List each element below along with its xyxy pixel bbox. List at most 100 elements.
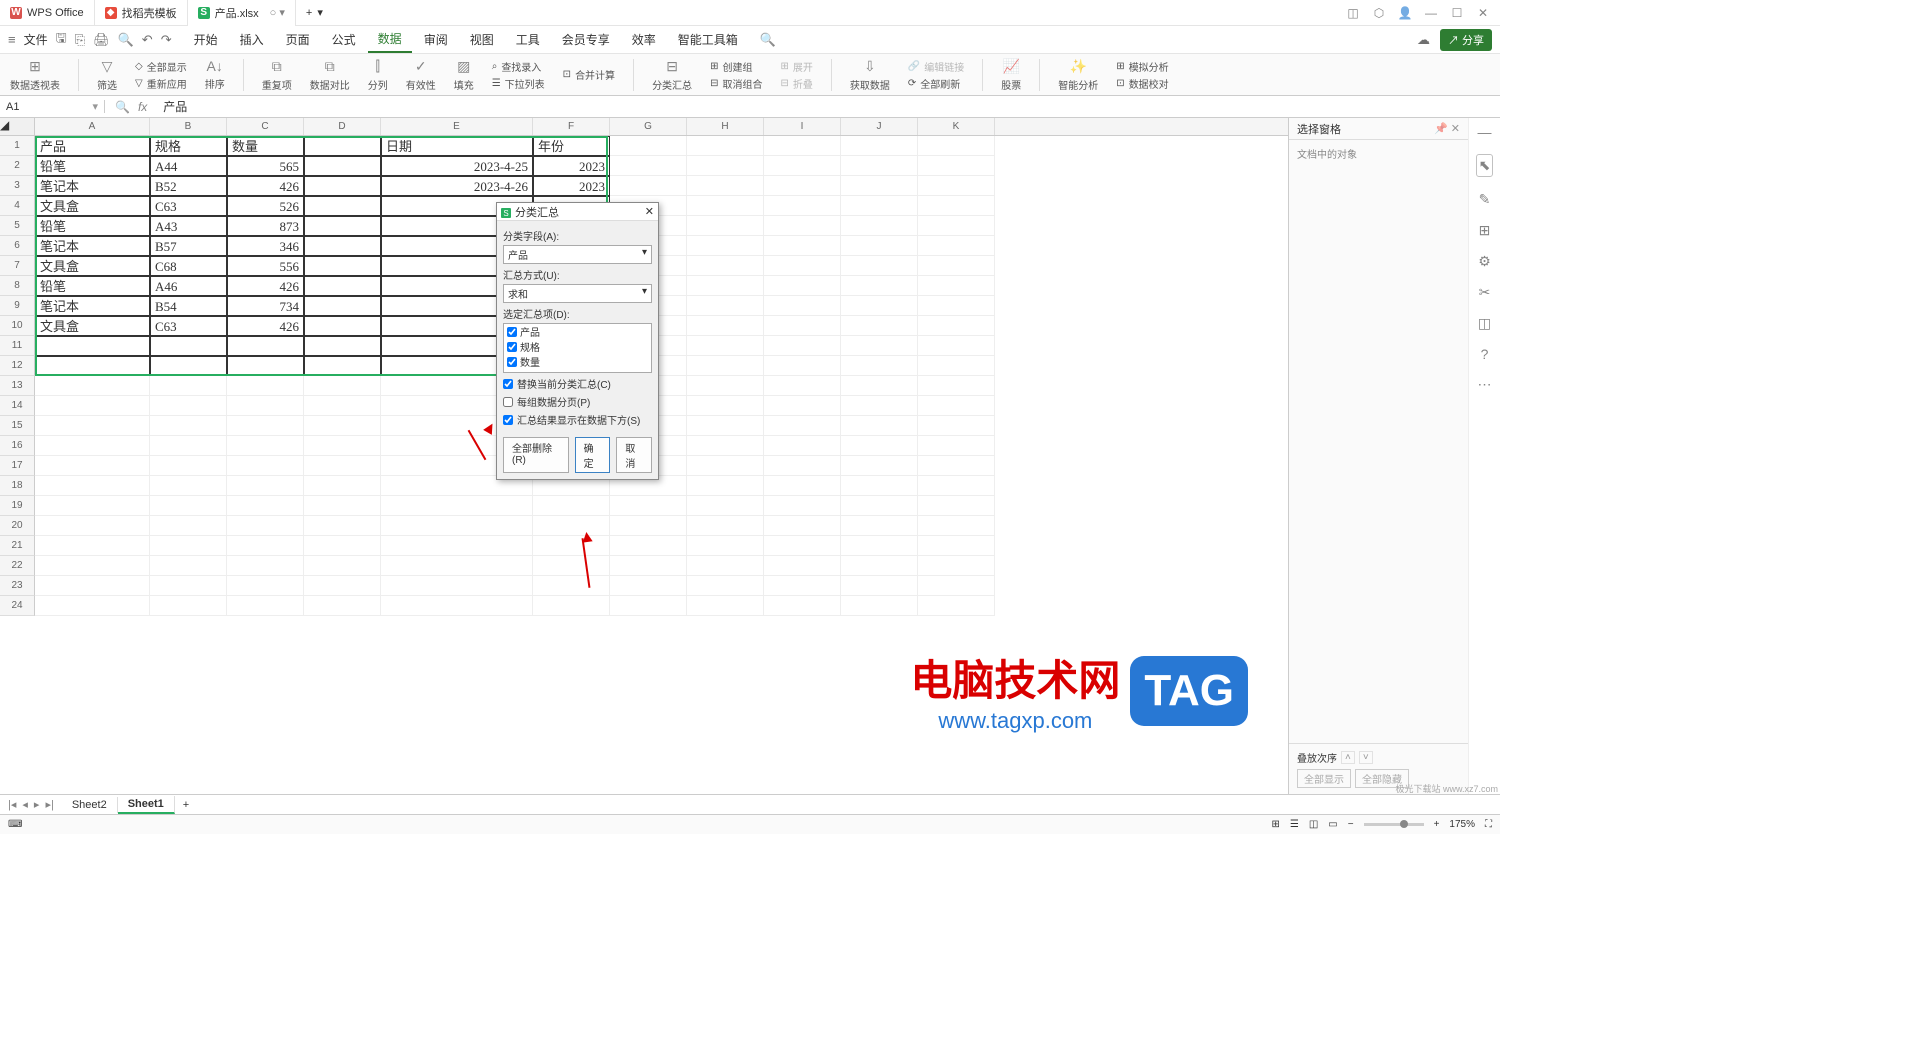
cell[interactable] xyxy=(764,456,841,476)
sheet-first-icon[interactable]: |◂ xyxy=(8,798,16,811)
cell[interactable] xyxy=(150,416,227,436)
cell[interactable]: 文具盒 xyxy=(35,316,150,336)
cell[interactable]: A43 xyxy=(150,216,227,236)
cell[interactable] xyxy=(687,476,764,496)
cell[interactable] xyxy=(841,176,918,196)
compare-button[interactable]: ⧉数据对比 xyxy=(310,58,350,92)
cell[interactable] xyxy=(918,436,995,456)
cell[interactable]: 346 xyxy=(227,236,304,256)
checkbox[interactable] xyxy=(503,415,513,425)
cell[interactable]: 565 xyxy=(227,156,304,176)
row-header[interactable]: 7 xyxy=(0,256,35,276)
fx-icon[interactable]: fx xyxy=(138,100,147,114)
cell[interactable] xyxy=(35,436,150,456)
formula-input[interactable]: 产品 xyxy=(157,98,1500,115)
row-header[interactable]: 16 xyxy=(0,436,35,456)
cell[interactable] xyxy=(918,336,995,356)
cell[interactable] xyxy=(687,516,764,536)
cell[interactable] xyxy=(304,556,381,576)
cell[interactable] xyxy=(150,476,227,496)
view-layout-icon[interactable]: ◫ xyxy=(1309,819,1318,830)
cell[interactable]: 526 xyxy=(227,196,304,216)
row-header[interactable]: 13 xyxy=(0,376,35,396)
checkbox[interactable] xyxy=(507,372,517,374)
cell[interactable] xyxy=(764,596,841,616)
cell[interactable] xyxy=(687,316,764,336)
cell[interactable] xyxy=(227,476,304,496)
cell[interactable] xyxy=(918,356,995,376)
cell[interactable] xyxy=(687,456,764,476)
select-all-corner[interactable]: ◢ xyxy=(0,118,35,135)
col-header[interactable]: B xyxy=(150,118,227,135)
cell[interactable] xyxy=(841,136,918,156)
cell[interactable] xyxy=(227,576,304,596)
cell[interactable] xyxy=(841,316,918,336)
ungroup-button[interactable]: ⊟ 取消组合 xyxy=(710,76,762,91)
group-button[interactable]: ⊞ 创建组 xyxy=(710,59,762,74)
cell[interactable] xyxy=(841,296,918,316)
cell[interactable]: 文具盒 xyxy=(35,196,150,216)
dialog-close-icon[interactable]: ✕ xyxy=(645,205,654,218)
undo-icon[interactable]: ↶ xyxy=(142,32,153,48)
cell[interactable] xyxy=(610,596,687,616)
cell[interactable] xyxy=(304,156,381,176)
cell[interactable] xyxy=(610,516,687,536)
cell[interactable] xyxy=(35,496,150,516)
cell[interactable] xyxy=(35,476,150,496)
cell[interactable] xyxy=(764,496,841,516)
cell[interactable] xyxy=(918,476,995,496)
cell[interactable] xyxy=(533,496,610,516)
ok-button[interactable]: 确定 xyxy=(575,437,611,473)
cell[interactable] xyxy=(227,556,304,576)
menu-tools[interactable]: 工具 xyxy=(506,27,550,52)
cell[interactable]: C68 xyxy=(150,256,227,276)
dropdown-list-button[interactable]: ☰ 下拉列表 xyxy=(492,76,545,91)
row-header[interactable]: 6 xyxy=(0,236,35,256)
cell[interactable] xyxy=(35,556,150,576)
cell[interactable] xyxy=(687,156,764,176)
cell[interactable]: 铅笔 xyxy=(35,156,150,176)
show-all-button[interactable]: 全部显示 xyxy=(1297,769,1351,788)
cell[interactable] xyxy=(841,496,918,516)
row-header[interactable]: 10 xyxy=(0,316,35,336)
get-data-button[interactable]: ⇩获取数据 xyxy=(850,58,890,92)
list-item[interactable]: 规格 xyxy=(504,339,651,354)
menu-formula[interactable]: 公式 xyxy=(322,27,366,52)
cell[interactable] xyxy=(304,376,381,396)
data-recovery-button[interactable]: ⊡ 数据校对 xyxy=(1116,76,1168,91)
row-header[interactable]: 2 xyxy=(0,156,35,176)
row-header[interactable]: 15 xyxy=(0,416,35,436)
checkbox[interactable] xyxy=(503,397,513,407)
cell[interactable] xyxy=(304,536,381,556)
cell[interactable] xyxy=(304,576,381,596)
cell[interactable] xyxy=(610,576,687,596)
cell[interactable] xyxy=(533,516,610,536)
pivot-table-button[interactable]: ⊞数据透视表 xyxy=(10,58,60,92)
cell[interactable] xyxy=(687,296,764,316)
cell[interactable] xyxy=(150,496,227,516)
cell[interactable] xyxy=(918,556,995,576)
cell[interactable]: 426 xyxy=(227,176,304,196)
more-icon[interactable]: ⋯ xyxy=(1478,376,1492,393)
cell[interactable]: 笔记本 xyxy=(35,296,150,316)
cell[interactable] xyxy=(533,556,610,576)
pagebreak-check[interactable]: 每组数据分页(P) xyxy=(503,394,652,409)
cell[interactable] xyxy=(764,436,841,456)
sheet-next-icon[interactable]: ▸ xyxy=(34,798,40,811)
cell[interactable] xyxy=(687,216,764,236)
cell[interactable] xyxy=(150,576,227,596)
close-button[interactable]: ✕ xyxy=(1476,6,1490,20)
row-header[interactable]: 22 xyxy=(0,556,35,576)
col-header[interactable]: F xyxy=(533,118,610,135)
row-header[interactable]: 3 xyxy=(0,176,35,196)
cell[interactable] xyxy=(304,316,381,336)
sheet-tab-active[interactable]: Sheet1 xyxy=(118,796,175,814)
cell[interactable] xyxy=(918,296,995,316)
cell[interactable] xyxy=(227,516,304,536)
cell[interactable] xyxy=(150,516,227,536)
collapse-icon[interactable]: — xyxy=(1478,124,1492,140)
row-header[interactable]: 1 xyxy=(0,136,35,156)
filter-button[interactable]: ▽筛选 xyxy=(97,58,117,92)
cell[interactable] xyxy=(687,596,764,616)
cell[interactable] xyxy=(381,576,533,596)
